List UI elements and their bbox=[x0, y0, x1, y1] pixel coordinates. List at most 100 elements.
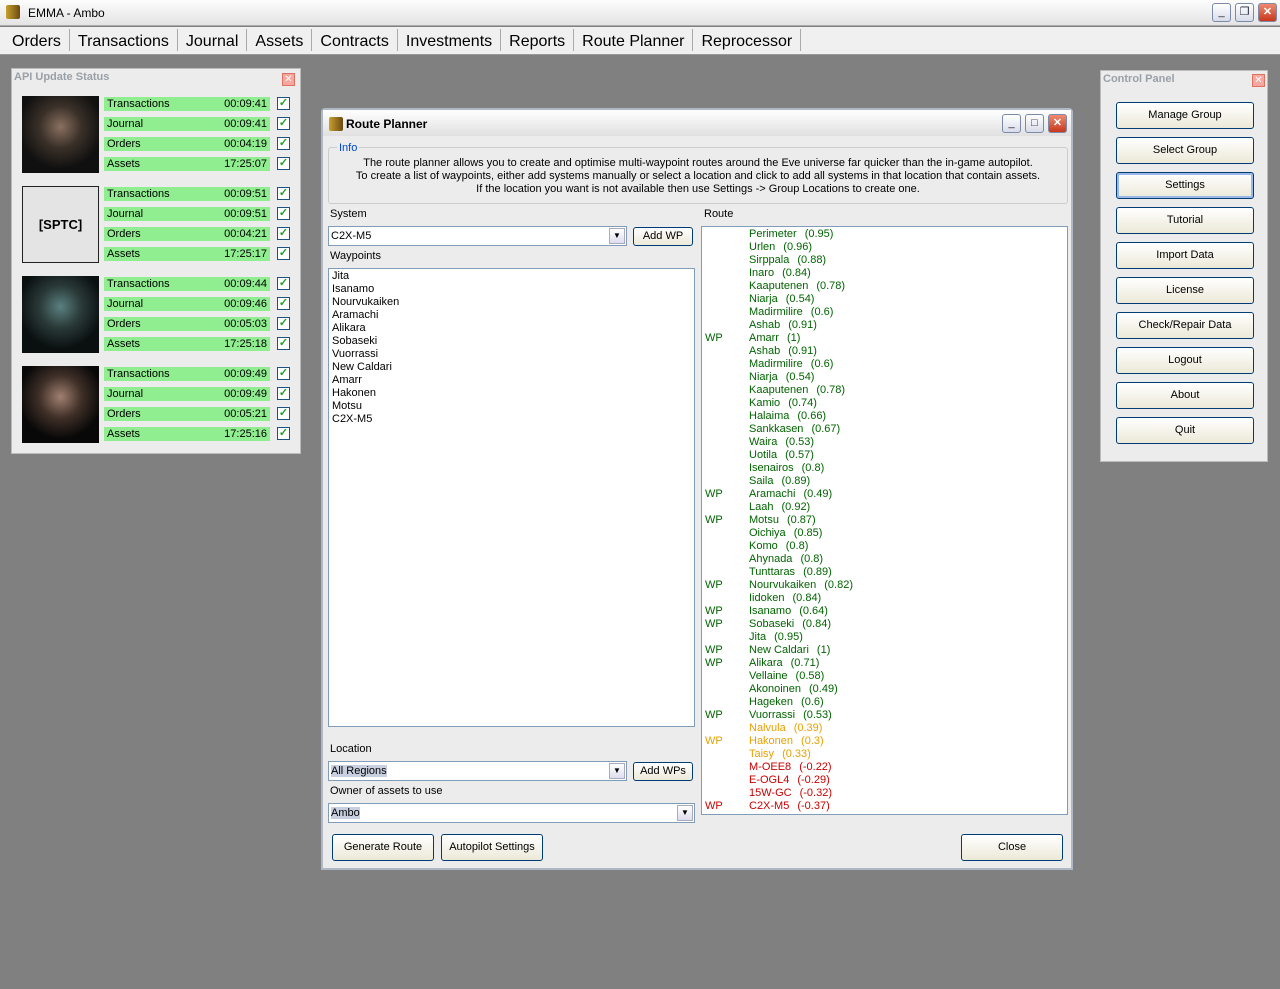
close-icon[interactable]: ✕ bbox=[282, 73, 295, 86]
close-dialog-button[interactable]: Close bbox=[961, 834, 1063, 861]
route-system[interactable]: Taisy (0.33) bbox=[749, 748, 811, 761]
checkbox[interactable]: ✓ bbox=[277, 157, 290, 170]
route-system[interactable]: Waira (0.53) bbox=[749, 436, 814, 449]
add-wp-button[interactable]: Add WP bbox=[633, 227, 693, 246]
checkbox[interactable]: ✓ bbox=[277, 297, 290, 310]
waypoint-item[interactable]: Alikara bbox=[332, 322, 366, 335]
route-system[interactable]: Niarja (0.54) bbox=[749, 293, 814, 306]
waypoint-item[interactable]: New Caldari bbox=[332, 361, 392, 374]
route-system[interactable]: Isanamo (0.64) bbox=[749, 605, 828, 618]
menu-item-transactions[interactable]: Transactions bbox=[70, 29, 178, 51]
checkbox[interactable]: ✓ bbox=[277, 207, 290, 220]
owner-dropdown[interactable]: Ambo ▼ bbox=[328, 803, 695, 823]
settings-button[interactable]: Settings bbox=[1116, 172, 1254, 199]
menu-item-contracts[interactable]: Contracts bbox=[312, 29, 398, 51]
location-dropdown[interactable]: All Regions ▼ bbox=[328, 761, 627, 781]
close-button[interactable]: ✕ bbox=[1258, 3, 1277, 22]
waypoint-item[interactable]: Vuorrassi bbox=[332, 348, 378, 361]
checkbox[interactable]: ✓ bbox=[277, 227, 290, 240]
checkbox[interactable]: ✓ bbox=[277, 137, 290, 150]
checkbox[interactable]: ✓ bbox=[277, 97, 290, 110]
route-system[interactable]: Ashab (0.91) bbox=[749, 319, 817, 332]
route-system[interactable]: New Caldari (1) bbox=[749, 644, 830, 657]
route-system[interactable]: Amarr (1) bbox=[749, 332, 800, 345]
chevron-down-icon[interactable]: ▼ bbox=[609, 228, 625, 244]
route-system[interactable]: Jita (0.95) bbox=[749, 631, 803, 644]
checkbox[interactable]: ✓ bbox=[277, 187, 290, 200]
tutorial-button[interactable]: Tutorial bbox=[1116, 207, 1254, 234]
waypoint-item[interactable]: Amarr bbox=[332, 374, 362, 387]
route-system[interactable]: Motsu (0.87) bbox=[749, 514, 816, 527]
generate-route-button[interactable]: Generate Route bbox=[332, 834, 434, 861]
route-system[interactable]: Alikara (0.71) bbox=[749, 657, 819, 670]
route-system[interactable]: Laah (0.92) bbox=[749, 501, 810, 514]
logout-button[interactable]: Logout bbox=[1116, 347, 1254, 374]
route-system[interactable]: Inaro (0.84) bbox=[749, 267, 811, 280]
route-system[interactable]: Komo (0.8) bbox=[749, 540, 808, 553]
waypoint-item[interactable]: Hakonen bbox=[332, 387, 376, 400]
waypoint-item[interactable]: Jita bbox=[332, 270, 349, 283]
route-system[interactable]: Hageken (0.6) bbox=[749, 696, 824, 709]
minimize-button[interactable]: _ bbox=[1002, 114, 1021, 133]
route-system[interactable]: Akonoinen (0.49) bbox=[749, 683, 838, 696]
route-system[interactable]: Niarja (0.54) bbox=[749, 371, 814, 384]
about-button[interactable]: About bbox=[1116, 382, 1254, 409]
route-system[interactable]: Nalvula (0.39) bbox=[749, 722, 822, 735]
waypoint-item[interactable]: Sobaseki bbox=[332, 335, 377, 348]
close-button[interactable]: ✕ bbox=[1048, 114, 1067, 133]
route-system[interactable]: Ashab (0.91) bbox=[749, 345, 817, 358]
route-system[interactable]: Madirmilire (0.6) bbox=[749, 306, 833, 319]
route-system[interactable]: C2X-M5 (-0.37) bbox=[749, 800, 830, 813]
chevron-down-icon[interactable]: ▼ bbox=[609, 763, 625, 779]
checkbox[interactable]: ✓ bbox=[277, 337, 290, 350]
route-system[interactable]: Uotila (0.57) bbox=[749, 449, 814, 462]
autopilot-settings-button[interactable]: Autopilot Settings bbox=[441, 834, 543, 861]
checkbox[interactable]: ✓ bbox=[277, 407, 290, 420]
minimize-button[interactable]: _ bbox=[1212, 3, 1231, 22]
route-system[interactable]: Isenairos (0.8) bbox=[749, 462, 824, 475]
route-system[interactable]: Sobaseki (0.84) bbox=[749, 618, 831, 631]
checkbox[interactable]: ✓ bbox=[277, 367, 290, 380]
checkbox[interactable]: ✓ bbox=[277, 247, 290, 260]
system-dropdown[interactable]: C2X-M5 ▼ bbox=[328, 226, 627, 246]
maximize-button[interactable]: □ bbox=[1025, 114, 1044, 133]
route-system[interactable]: Vuorrassi (0.53) bbox=[749, 709, 832, 722]
checkbox[interactable]: ✓ bbox=[277, 277, 290, 290]
waypoint-item[interactable]: Nourvukaiken bbox=[332, 296, 399, 309]
route-system[interactable]: M-OEE8 (-0.22) bbox=[749, 761, 832, 774]
route-system[interactable]: Kamio (0.74) bbox=[749, 397, 817, 410]
checkbox[interactable]: ✓ bbox=[277, 427, 290, 440]
route-system[interactable]: Sankkasen (0.67) bbox=[749, 423, 840, 436]
add-wps-button[interactable]: Add WPs bbox=[633, 762, 693, 781]
checkbox[interactable]: ✓ bbox=[277, 317, 290, 330]
route-system[interactable]: Iidoken (0.84) bbox=[749, 592, 821, 605]
quit-button[interactable]: Quit bbox=[1116, 417, 1254, 444]
route-system[interactable]: Hakonen (0.3) bbox=[749, 735, 824, 748]
manage-group-button[interactable]: Manage Group bbox=[1116, 102, 1254, 129]
menu-item-reprocessor[interactable]: Reprocessor bbox=[693, 29, 802, 51]
restore-button[interactable]: ❐ bbox=[1235, 3, 1254, 22]
waypoint-item[interactable]: Aramachi bbox=[332, 309, 378, 322]
route-system[interactable]: Sirppala (0.88) bbox=[749, 254, 826, 267]
route-system[interactable]: 15W-GC (-0.32) bbox=[749, 787, 832, 800]
menu-item-reports[interactable]: Reports bbox=[501, 29, 575, 51]
menu-item-journal[interactable]: Journal bbox=[178, 29, 248, 51]
close-icon[interactable]: ✕ bbox=[1252, 74, 1265, 87]
route-system[interactable]: Perimeter (0.95) bbox=[749, 228, 833, 241]
select-group-button[interactable]: Select Group bbox=[1116, 137, 1254, 164]
checkbox[interactable]: ✓ bbox=[277, 387, 290, 400]
menu-item-orders[interactable]: Orders bbox=[4, 29, 70, 51]
waypoint-item[interactable]: Motsu bbox=[332, 400, 362, 413]
chevron-down-icon[interactable]: ▼ bbox=[677, 805, 693, 821]
route-system[interactable]: Oichiya (0.85) bbox=[749, 527, 822, 540]
route-system[interactable]: Halaima (0.66) bbox=[749, 410, 826, 423]
waypoints-list[interactable]: Jita Isanamo Nourvukaiken Aramachi Alikara So… bbox=[328, 268, 695, 727]
route-system[interactable]: Madirmilire (0.6) bbox=[749, 358, 833, 371]
checkbox[interactable]: ✓ bbox=[277, 117, 290, 130]
waypoint-item[interactable]: C2X-M5 bbox=[332, 413, 372, 426]
route-system[interactable]: Nourvukaiken (0.82) bbox=[749, 579, 853, 592]
menu-item-investments[interactable]: Investments bbox=[398, 29, 502, 51]
check-repair-data-button[interactable]: Check/Repair Data bbox=[1116, 312, 1254, 339]
import-data-button[interactable]: Import Data bbox=[1116, 242, 1254, 269]
route-system[interactable]: E-OGL4 (-0.29) bbox=[749, 774, 830, 787]
